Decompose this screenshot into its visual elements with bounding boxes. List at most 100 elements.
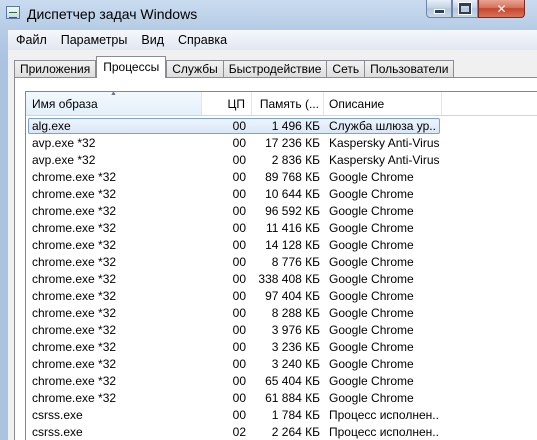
tab-networking[interactable]: Сеть bbox=[326, 60, 366, 78]
column-header-description[interactable]: Описание bbox=[324, 92, 442, 115]
process-row[interactable]: chrome.exe *32 00 10 644 КБ Google Chrome bbox=[26, 186, 537, 203]
process-row[interactable]: chrome.exe *32 00 3 240 КБ Google Chrome bbox=[26, 356, 537, 373]
menu-options[interactable]: Параметры bbox=[54, 33, 135, 47]
process-description: Google Chrome bbox=[329, 357, 414, 371]
process-row[interactable]: avp.exe *32 00 17 236 КБ Kaspersky Anti-Vir… bbox=[26, 135, 537, 152]
process-memory: 3 976 КБ bbox=[271, 323, 320, 337]
process-row[interactable]: chrome.exe *32 00 8 288 КБ Google Chrome bbox=[26, 305, 537, 322]
process-description: Google Chrome bbox=[329, 374, 414, 388]
process-row[interactable]: chrome.exe *32 00 338 408 КБ Google Chrome bbox=[26, 271, 537, 288]
process-description: Google Chrome bbox=[329, 238, 414, 252]
process-row[interactable]: chrome.exe *32 00 3 236 КБ Google Chrome bbox=[26, 339, 537, 356]
process-cpu: 00 bbox=[232, 238, 246, 252]
process-description: Google Chrome bbox=[329, 255, 414, 269]
process-name: chrome.exe *32 bbox=[32, 170, 117, 184]
process-description: Процесс исполнен... bbox=[329, 408, 439, 422]
column-header-image-name[interactable]: ▲ Имя образа bbox=[26, 92, 202, 115]
task-manager-app-icon bbox=[6, 6, 20, 19]
tab-processes[interactable]: Процессы bbox=[96, 56, 167, 78]
process-description: Kaspersky Anti-Virus bbox=[329, 153, 439, 167]
process-name: chrome.exe *32 bbox=[32, 391, 117, 405]
process-memory: 11 416 КБ bbox=[265, 221, 320, 235]
column-header-row: ▲ Имя образа ЦП Память (... Описание bbox=[26, 92, 537, 116]
process-row[interactable]: csrss.exe 02 2 264 КБ Процесс исполнен... bbox=[26, 424, 537, 440]
process-name: chrome.exe *32 bbox=[32, 221, 117, 235]
process-name: avp.exe *32 bbox=[32, 153, 96, 167]
process-name: chrome.exe *32 bbox=[32, 238, 117, 252]
process-cpu: 00 bbox=[232, 119, 246, 133]
process-description: Google Chrome bbox=[329, 187, 414, 201]
column-label-memory: Память (... bbox=[259, 97, 319, 111]
processes-panel: ▲ Имя образа ЦП Память (... Описание alg… bbox=[14, 77, 537, 440]
menu-file[interactable]: Файл bbox=[8, 33, 54, 47]
process-description: Google Chrome bbox=[329, 391, 414, 405]
process-row[interactable]: avp.exe *32 00 2 836 КБ Kaspersky Anti-Viru… bbox=[26, 152, 537, 169]
process-row[interactable]: chrome.exe *32 00 89 768 КБ Google Chrome bbox=[26, 169, 537, 186]
tab-users[interactable]: Пользователи bbox=[364, 60, 455, 78]
process-cpu: 02 bbox=[232, 425, 246, 439]
process-cpu: 00 bbox=[232, 272, 246, 286]
close-button[interactable]: ✕ bbox=[478, 0, 525, 18]
process-rows: alg.exe 00 1 496 КБ Служба шлюза ур... avp.e… bbox=[26, 118, 537, 440]
process-memory: 1 784 КБ bbox=[271, 408, 320, 422]
process-description: Процесс исполнен... bbox=[329, 425, 439, 439]
process-row[interactable]: chrome.exe *32 00 96 592 КБ Google Chrome bbox=[26, 203, 537, 220]
process-row[interactable]: chrome.exe *32 00 8 776 КБ Google Chrome bbox=[26, 254, 537, 271]
maximize-button[interactable] bbox=[452, 0, 478, 18]
process-description: Google Chrome bbox=[329, 289, 414, 303]
process-name: chrome.exe *32 bbox=[32, 289, 117, 303]
process-description: Google Chrome bbox=[329, 170, 414, 184]
process-memory: 2 264 КБ bbox=[271, 425, 320, 439]
process-name: alg.exe bbox=[32, 119, 71, 133]
process-cpu: 00 bbox=[232, 170, 246, 184]
process-cpu: 00 bbox=[232, 340, 246, 354]
process-cpu: 00 bbox=[232, 153, 246, 167]
process-name: chrome.exe *32 bbox=[32, 187, 117, 201]
process-row[interactable]: csrss.exe 00 1 784 КБ Процесс исполнен... bbox=[26, 407, 537, 424]
menu-help[interactable]: Справка bbox=[171, 33, 234, 47]
process-name: chrome.exe *32 bbox=[32, 204, 117, 218]
process-row[interactable]: chrome.exe *32 00 11 416 КБ Google Chrome bbox=[26, 220, 537, 237]
menu-view[interactable]: Вид bbox=[134, 33, 171, 47]
process-memory: 10 644 КБ bbox=[265, 187, 320, 201]
tab-services[interactable]: Службы bbox=[166, 60, 224, 78]
process-cpu: 00 bbox=[232, 357, 246, 371]
process-cpu: 00 bbox=[232, 391, 246, 405]
process-memory: 1 496 КБ bbox=[271, 119, 320, 133]
title-bar[interactable]: Диспетчер задач Windows ✕ bbox=[0, 0, 537, 28]
process-row[interactable]: chrome.exe *32 00 61 884 КБ Google Chrome bbox=[26, 390, 537, 407]
process-name: chrome.exe *32 bbox=[32, 340, 117, 354]
process-cpu: 00 bbox=[232, 323, 246, 337]
process-cpu: 00 bbox=[232, 255, 246, 269]
column-header-memory[interactable]: Память (... bbox=[252, 92, 324, 115]
process-row[interactable]: alg.exe 00 1 496 КБ Служба шлюза ур... bbox=[26, 118, 537, 135]
process-memory: 3 240 КБ bbox=[271, 357, 320, 371]
process-memory: 14 128 КБ bbox=[265, 238, 320, 252]
tab-performance[interactable]: Быстродействие bbox=[222, 60, 328, 78]
process-cpu: 00 bbox=[232, 374, 246, 388]
column-header-cpu[interactable]: ЦП bbox=[202, 92, 252, 115]
process-memory: 17 236 КБ bbox=[265, 136, 320, 150]
process-description: Kaspersky Anti-Virus bbox=[329, 136, 439, 150]
tab-strip: Приложения Процессы Службы Быстродействи… bbox=[14, 56, 455, 78]
process-memory: 61 884 КБ bbox=[265, 391, 320, 405]
tab-applications[interactable]: Приложения bbox=[14, 60, 97, 78]
process-row[interactable]: chrome.exe *32 00 65 404 КБ Google Chrome bbox=[26, 373, 537, 390]
process-name: chrome.exe *32 bbox=[32, 323, 117, 337]
process-cpu: 00 bbox=[232, 408, 246, 422]
process-memory: 2 836 КБ bbox=[271, 153, 320, 167]
process-description: Google Chrome bbox=[329, 306, 414, 320]
minimize-icon bbox=[433, 9, 445, 14]
process-row[interactable]: chrome.exe *32 00 3 976 КБ Google Chrome bbox=[26, 322, 537, 339]
minimize-button[interactable] bbox=[426, 0, 452, 18]
process-memory: 65 404 КБ bbox=[265, 374, 320, 388]
process-name: chrome.exe *32 bbox=[32, 272, 117, 286]
process-memory: 96 592 КБ bbox=[265, 204, 320, 218]
process-cpu: 00 bbox=[232, 204, 246, 218]
task-manager-window: Диспетчер задач Windows ✕ Файл Параметры… bbox=[0, 0, 537, 440]
process-row[interactable]: chrome.exe *32 00 97 404 КБ Google Chrome bbox=[26, 288, 537, 305]
process-cpu: 00 bbox=[232, 221, 246, 235]
process-row[interactable]: chrome.exe *32 00 14 128 КБ Google Chrome bbox=[26, 237, 537, 254]
process-name: avp.exe *32 bbox=[32, 136, 96, 150]
process-list[interactable]: ▲ Имя образа ЦП Память (... Описание alg… bbox=[25, 91, 537, 440]
